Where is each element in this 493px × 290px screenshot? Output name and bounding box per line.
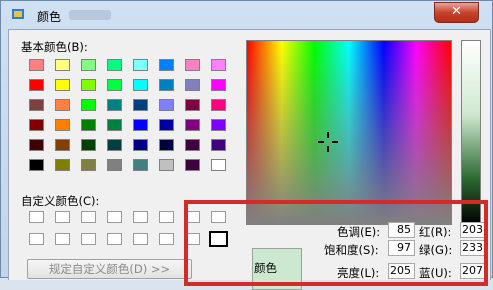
custom-color-slot[interactable] (133, 211, 148, 223)
close-button[interactable]: ✕ (434, 2, 479, 23)
basic-color-swatch[interactable] (133, 159, 148, 171)
basic-color-swatch[interactable] (159, 139, 174, 151)
red-label: 红(R): (419, 225, 452, 239)
basic-color-swatch[interactable] (211, 159, 226, 171)
basic-color-swatch[interactable] (185, 119, 200, 131)
basic-color-swatch[interactable] (107, 99, 122, 111)
color-spectrum[interactable] (246, 40, 452, 225)
custom-color-slot[interactable] (185, 211, 200, 223)
basic-color-swatch[interactable] (55, 139, 70, 151)
custom-color-slot[interactable] (185, 233, 200, 245)
dialog-client: 基本颜色(B): 自定义颜色(C): 规定自定义颜色(D) >> 颜色 色调(E… (8, 29, 491, 290)
basic-color-swatch[interactable] (185, 159, 200, 171)
basic-color-swatch[interactable] (185, 59, 200, 71)
custom-color-slot[interactable] (211, 211, 226, 223)
blue-input[interactable]: 207 (460, 263, 487, 279)
define-custom-colors-button[interactable]: 规定自定义颜色(D) >> (27, 259, 192, 279)
title-bar[interactable]: 颜色 ✕ (1, 1, 492, 29)
basic-color-swatch[interactable] (107, 139, 122, 151)
basic-color-swatch[interactable] (29, 99, 44, 111)
basic-color-swatch[interactable] (55, 119, 70, 131)
paint-app-icon (12, 9, 24, 19)
basic-colors-label: 基本颜色(B): (21, 40, 88, 54)
basic-color-swatch[interactable] (159, 79, 174, 91)
basic-color-swatch[interactable] (107, 79, 122, 91)
custom-color-slot[interactable] (133, 233, 148, 245)
hue-input[interactable]: 85 (388, 222, 415, 238)
basic-color-swatch[interactable] (133, 79, 148, 91)
basic-color-swatch[interactable] (81, 119, 96, 131)
color-dialog: 颜色 ✕ 基本颜色(B): 自定义颜色(C): 规定自定义颜色(D) >> 颜色 (0, 0, 493, 290)
window-title: 颜色 (37, 10, 62, 24)
basic-color-swatch[interactable] (29, 79, 44, 91)
basic-color-swatch[interactable] (29, 159, 44, 171)
basic-color-swatch[interactable] (55, 99, 70, 111)
basic-color-swatch[interactable] (211, 59, 226, 71)
basic-color-swatch[interactable] (81, 139, 96, 151)
basic-color-swatch[interactable] (133, 139, 148, 151)
basic-color-swatch[interactable] (107, 119, 122, 131)
basic-color-swatch[interactable] (133, 59, 148, 71)
basic-color-swatch[interactable] (55, 59, 70, 71)
saturation-label: 饱和度(S): (324, 243, 379, 257)
custom-color-slot[interactable] (81, 233, 96, 245)
basic-color-swatch[interactable] (159, 159, 174, 171)
basic-color-swatch[interactable] (211, 119, 226, 131)
basic-color-swatch[interactable] (81, 159, 96, 171)
custom-color-slot[interactable] (29, 233, 44, 245)
basic-color-swatch[interactable] (159, 119, 174, 131)
basic-color-swatch[interactable] (159, 99, 174, 111)
basic-color-swatch[interactable] (211, 139, 226, 151)
green-label: 绿(G): (419, 243, 453, 257)
custom-color-slot[interactable] (159, 233, 174, 245)
basic-color-swatch[interactable] (55, 159, 70, 171)
basic-color-swatch[interactable] (211, 99, 226, 111)
title-ghost-text (69, 10, 111, 20)
saturation-input[interactable]: 97 (388, 240, 415, 256)
custom-color-slot[interactable] (29, 211, 44, 223)
custom-color-slot[interactable] (81, 211, 96, 223)
color-preview-label: 颜色 (254, 261, 277, 275)
custom-color-slot[interactable] (159, 211, 174, 223)
red-input[interactable]: 203 (460, 222, 487, 238)
luminance-slider[interactable] (461, 40, 481, 225)
custom-color-slot[interactable] (55, 211, 70, 223)
basic-color-swatch[interactable] (185, 99, 200, 111)
luminance-input[interactable]: 205 (388, 263, 415, 279)
crosshair-icon (318, 132, 338, 152)
basic-color-swatch[interactable] (185, 139, 200, 151)
basic-color-swatch[interactable] (81, 99, 96, 111)
basic-color-swatch[interactable] (133, 119, 148, 131)
basic-color-swatch[interactable] (81, 59, 96, 71)
basic-color-swatch[interactable] (81, 79, 96, 91)
blue-label: 蓝(U): (419, 266, 452, 280)
custom-color-slot[interactable] (209, 231, 228, 247)
basic-color-swatch[interactable] (29, 119, 44, 131)
hue-label: 色调(E): (337, 225, 381, 239)
basic-color-swatch[interactable] (107, 159, 122, 171)
basic-color-swatch[interactable] (107, 59, 122, 71)
custom-color-slot[interactable] (107, 211, 122, 223)
custom-color-slot[interactable] (107, 233, 122, 245)
custom-color-slot[interactable] (55, 233, 70, 245)
basic-color-swatch[interactable] (159, 59, 174, 71)
close-icon: ✕ (451, 4, 462, 19)
luminance-label: 亮度(L): (337, 266, 380, 280)
basic-color-swatch[interactable] (185, 79, 200, 91)
basic-color-swatch[interactable] (29, 59, 44, 71)
basic-color-swatch[interactable] (29, 139, 44, 151)
basic-color-swatch[interactable] (133, 99, 148, 111)
custom-colors-label: 自定义颜色(C): (21, 194, 100, 208)
basic-color-swatch[interactable] (211, 79, 226, 91)
basic-color-swatch[interactable] (55, 79, 70, 91)
green-input[interactable]: 233 (460, 240, 487, 256)
